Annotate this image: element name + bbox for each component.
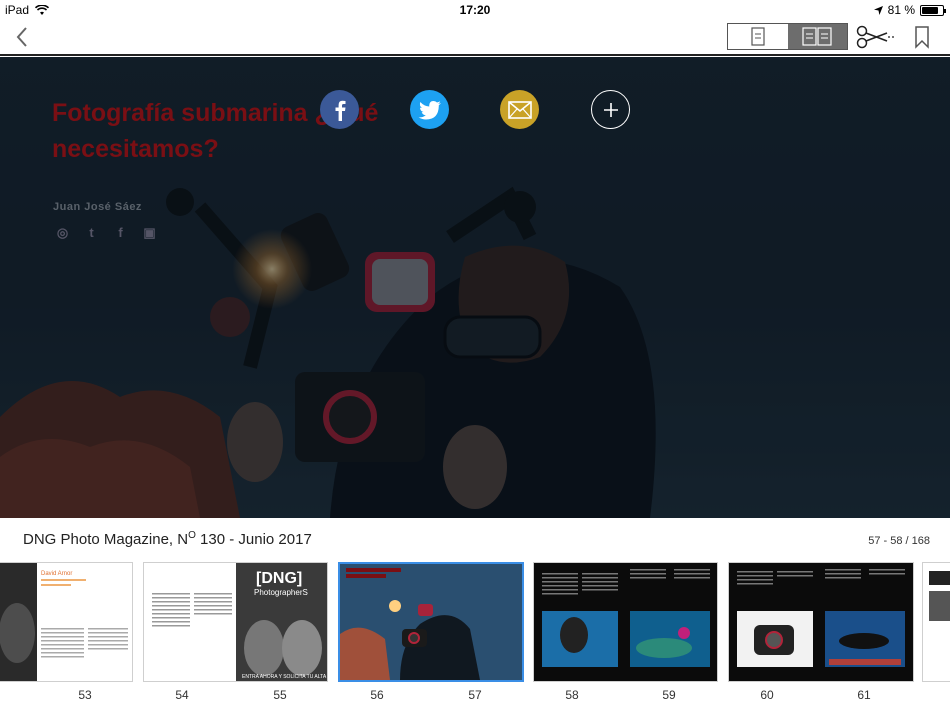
clip-button[interactable] — [855, 23, 897, 51]
article-author: Juan José Sáez — [53, 201, 142, 213]
status-time: 17:20 — [459, 3, 491, 17]
page-number: 61 — [857, 688, 871, 702]
facebook-icon: f — [118, 225, 123, 240]
single-page-icon — [751, 27, 765, 46]
page-number: 53 — [78, 688, 92, 702]
thumbnail-spread-60-61[interactable] — [728, 562, 914, 682]
share-twitter-button[interactable] — [410, 90, 449, 129]
thumbnail-name: David Arnor — [41, 571, 72, 577]
chevron-left-icon — [16, 27, 27, 47]
thumbnail-spread-56-57-active[interactable] — [338, 562, 524, 682]
thumbnail-image: David Arnor — [0, 563, 132, 681]
web-icon: ◎ — [56, 225, 69, 240]
view-mode-toggle — [727, 23, 848, 50]
bookmark-button[interactable] — [912, 25, 932, 49]
status-right: 81 % — [873, 3, 946, 17]
thumbnail-image — [534, 563, 717, 681]
page-number: 59 — [662, 688, 676, 702]
thumbnail-image: [DNG] PhotographerS ENTRA AHORA Y SOLICI… — [144, 563, 327, 681]
battery-percent: 81 % — [887, 3, 915, 17]
single-page-view-button[interactable] — [728, 24, 788, 49]
thumbnail-spread-54-55[interactable]: [DNG] PhotographerS ENTRA AHORA Y SOLICI… — [143, 562, 328, 682]
twitter-icon — [418, 100, 441, 119]
toolbar — [0, 20, 950, 56]
instagram-icon: ▣ — [143, 225, 156, 240]
battery-icon — [920, 4, 946, 16]
share-bar — [0, 90, 950, 130]
thumbnail-image — [923, 563, 950, 681]
author-social-icons: ◎ t f ▣ — [54, 224, 158, 241]
thumbnail-sub: PhotographerS — [254, 588, 308, 597]
thumbnail-logo: [DNG] — [256, 570, 302, 587]
page-number: 56 — [370, 688, 384, 702]
back-button[interactable] — [10, 24, 36, 50]
thumbnail-spread-62[interactable] — [922, 562, 950, 682]
thumbnail-spread-58-59[interactable] — [533, 562, 718, 682]
bookmark-icon — [915, 26, 929, 49]
facebook-icon — [335, 100, 345, 121]
double-page-icon — [802, 27, 832, 46]
status-bar: iPad 17:20 81 % — [0, 0, 950, 20]
location-icon — [873, 5, 883, 15]
page-range: 57 - 58 / 168 — [868, 535, 930, 547]
share-facebook-button[interactable] — [320, 90, 359, 129]
plus-icon — [603, 102, 618, 117]
thumbnail-strip[interactable]: David Arnor [DNG] PhotographerS ENTRA AH… — [0, 562, 950, 713]
page-number: 55 — [273, 688, 287, 702]
mail-icon — [507, 100, 532, 119]
thumbnail-image — [340, 564, 522, 680]
battery-fill — [922, 6, 939, 14]
magazine-title: DNG Photo Magazine, NO 130 - Junio 2017 — [23, 530, 312, 548]
twitter-icon: t — [89, 225, 94, 240]
thumbnail-spread-52-53[interactable]: David Arnor — [0, 562, 133, 682]
share-email-button[interactable] — [500, 90, 539, 129]
thumbnail-footer: ENTRA AHORA Y SOLICITA TU ALTA — [242, 674, 327, 680]
share-more-button[interactable] — [591, 90, 630, 129]
magazine-title-prefix: DNG Photo Magazine, N — [23, 531, 189, 548]
app-root: iPad 17:20 81 % Fotografía submarina ¿Qu… — [0, 0, 950, 713]
double-page-view-button[interactable] — [787, 24, 847, 49]
page-number: 57 — [468, 688, 482, 702]
scissors-icon — [856, 25, 896, 49]
page-viewer[interactable]: Fotografía submarina ¿Qué necesitamos? J… — [0, 57, 950, 518]
magazine-title-sup: O — [188, 530, 196, 541]
page-number: 54 — [175, 688, 189, 702]
thumbnail-image — [729, 563, 913, 681]
page-number: 60 — [760, 688, 774, 702]
magazine-title-suffix: 130 - Junio 2017 — [195, 531, 312, 548]
page-number: 58 — [565, 688, 579, 702]
